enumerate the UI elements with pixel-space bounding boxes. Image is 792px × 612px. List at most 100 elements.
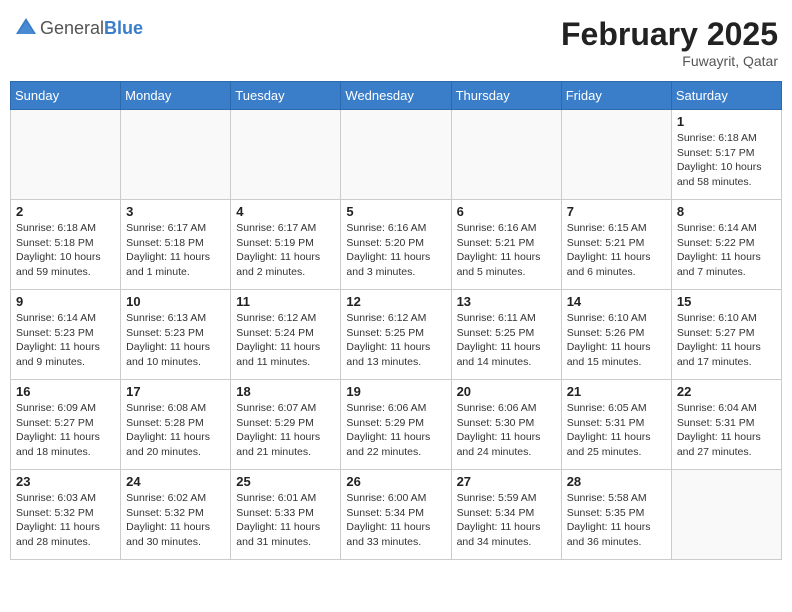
calendar-cell: 10 Sunrise: 6:13 AM Sunset: 5:23 PM Dayli… (121, 290, 231, 380)
day-info: Sunrise: 6:04 AM Sunset: 5:31 PM Dayligh… (677, 401, 776, 460)
calendar-cell: 21 Sunrise: 6:05 AM Sunset: 5:31 PM Dayli… (561, 380, 671, 470)
calendar-cell: 2Sunrise: 6:18 AM Sunset: 5:18 PM Daylig… (11, 200, 121, 290)
day-number: 8 (677, 204, 776, 219)
logo-general: General (40, 18, 104, 39)
calendar-cell: 11Sunrise: 6:12 AM Sunset: 5:24 PM Dayli… (231, 290, 341, 380)
calendar-cell: 16 Sunrise: 6:09 AM Sunset: 5:27 PM Dayli… (11, 380, 121, 470)
day-number: 12 (346, 294, 445, 309)
day-number: 20 (457, 384, 556, 399)
calendar-body: 1 Sunrise: 6:18 AM Sunset: 5:17 PM Daylig… (11, 110, 782, 560)
day-number: 1 (677, 114, 776, 129)
day-info: Sunrise: 6:08 AM Sunset: 5:28 PM Dayligh… (126, 401, 225, 460)
logo: GeneralBlue (14, 16, 143, 40)
day-number: 4 (236, 204, 335, 219)
day-info: Sunrise: 6:07 AM Sunset: 5:29 PM Dayligh… (236, 401, 335, 460)
calendar-cell: 19 Sunrise: 6:06 AM Sunset: 5:29 PM Dayli… (341, 380, 451, 470)
day-number: 25 (236, 474, 335, 489)
day-info: Sunrise: 6:10 AM Sunset: 5:27 PM Dayligh… (677, 311, 776, 370)
page-header: GeneralBlue February 2025 Fuwayrit, Qata… (10, 10, 782, 75)
calendar-cell (231, 110, 341, 200)
calendar-cell (561, 110, 671, 200)
title-area: February 2025 Fuwayrit, Qatar (561, 16, 778, 69)
day-info: Sunrise: 6:13 AM Sunset: 5:23 PM Dayligh… (126, 311, 225, 370)
day-number: 5 (346, 204, 445, 219)
calendar-cell: 28 Sunrise: 5:58 AM Sunset: 5:35 PM Dayli… (561, 470, 671, 560)
weekday-header: Sunday (11, 82, 121, 110)
calendar-cell: 18 Sunrise: 6:07 AM Sunset: 5:29 PM Dayli… (231, 380, 341, 470)
calendar-cell: 26 Sunrise: 6:00 AM Sunset: 5:34 PM Dayli… (341, 470, 451, 560)
weekday-header: Friday (561, 82, 671, 110)
day-info: Sunrise: 5:59 AM Sunset: 5:34 PM Dayligh… (457, 491, 556, 550)
day-info: Sunrise: 6:15 AM Sunset: 5:21 PM Dayligh… (567, 221, 666, 280)
location: Fuwayrit, Qatar (561, 53, 778, 69)
day-number: 10 (126, 294, 225, 309)
calendar-cell (451, 110, 561, 200)
day-number: 21 (567, 384, 666, 399)
day-number: 7 (567, 204, 666, 219)
calendar-cell: 6 Sunrise: 6:16 AM Sunset: 5:21 PM Daylig… (451, 200, 561, 290)
day-info: Sunrise: 6:17 AM Sunset: 5:19 PM Dayligh… (236, 221, 335, 280)
calendar-week-row: 9Sunrise: 6:14 AM Sunset: 5:23 PM Daylig… (11, 290, 782, 380)
day-info: Sunrise: 6:01 AM Sunset: 5:33 PM Dayligh… (236, 491, 335, 550)
day-number: 19 (346, 384, 445, 399)
calendar-header: SundayMondayTuesdayWednesdayThursdayFrid… (11, 82, 782, 110)
day-info: Sunrise: 6:05 AM Sunset: 5:31 PM Dayligh… (567, 401, 666, 460)
day-number: 22 (677, 384, 776, 399)
calendar-cell (11, 110, 121, 200)
calendar-week-row: 2Sunrise: 6:18 AM Sunset: 5:18 PM Daylig… (11, 200, 782, 290)
day-info: Sunrise: 6:17 AM Sunset: 5:18 PM Dayligh… (126, 221, 225, 280)
calendar-week-row: 16 Sunrise: 6:09 AM Sunset: 5:27 PM Dayli… (11, 380, 782, 470)
day-info: Sunrise: 6:00 AM Sunset: 5:34 PM Dayligh… (346, 491, 445, 550)
calendar-cell: 20 Sunrise: 6:06 AM Sunset: 5:30 PM Dayli… (451, 380, 561, 470)
day-number: 26 (346, 474, 445, 489)
calendar-cell: 12 Sunrise: 6:12 AM Sunset: 5:25 PM Dayli… (341, 290, 451, 380)
calendar-cell (121, 110, 231, 200)
calendar-cell: 4 Sunrise: 6:17 AM Sunset: 5:19 PM Daylig… (231, 200, 341, 290)
day-number: 3 (126, 204, 225, 219)
calendar-table: SundayMondayTuesdayWednesdayThursdayFrid… (10, 81, 782, 560)
weekday-header: Tuesday (231, 82, 341, 110)
day-number: 15 (677, 294, 776, 309)
day-info: Sunrise: 6:12 AM Sunset: 5:25 PM Dayligh… (346, 311, 445, 370)
day-info: Sunrise: 6:09 AM Sunset: 5:27 PM Dayligh… (16, 401, 115, 460)
calendar-cell: 27 Sunrise: 5:59 AM Sunset: 5:34 PM Dayli… (451, 470, 561, 560)
day-info: Sunrise: 6:06 AM Sunset: 5:30 PM Dayligh… (457, 401, 556, 460)
day-info: Sunrise: 6:03 AM Sunset: 5:32 PM Dayligh… (16, 491, 115, 550)
day-number: 16 (16, 384, 115, 399)
day-info: Sunrise: 6:18 AM Sunset: 5:17 PM Dayligh… (677, 131, 776, 190)
calendar-cell: 3 Sunrise: 6:17 AM Sunset: 5:18 PM Daylig… (121, 200, 231, 290)
day-number: 18 (236, 384, 335, 399)
calendar-cell: 17 Sunrise: 6:08 AM Sunset: 5:28 PM Dayli… (121, 380, 231, 470)
day-info: Sunrise: 6:16 AM Sunset: 5:20 PM Dayligh… (346, 221, 445, 280)
day-number: 14 (567, 294, 666, 309)
calendar-cell: 9Sunrise: 6:14 AM Sunset: 5:23 PM Daylig… (11, 290, 121, 380)
day-info: Sunrise: 6:10 AM Sunset: 5:26 PM Dayligh… (567, 311, 666, 370)
day-info: Sunrise: 5:58 AM Sunset: 5:35 PM Dayligh… (567, 491, 666, 550)
calendar-cell: 7 Sunrise: 6:15 AM Sunset: 5:21 PM Daylig… (561, 200, 671, 290)
day-info: Sunrise: 6:11 AM Sunset: 5:25 PM Dayligh… (457, 311, 556, 370)
day-info: Sunrise: 6:02 AM Sunset: 5:32 PM Dayligh… (126, 491, 225, 550)
calendar-week-row: 1 Sunrise: 6:18 AM Sunset: 5:17 PM Daylig… (11, 110, 782, 200)
day-number: 6 (457, 204, 556, 219)
day-number: 27 (457, 474, 556, 489)
day-number: 17 (126, 384, 225, 399)
day-number: 13 (457, 294, 556, 309)
calendar-cell: 14 Sunrise: 6:10 AM Sunset: 5:26 PM Dayli… (561, 290, 671, 380)
day-number: 28 (567, 474, 666, 489)
day-number: 2 (16, 204, 115, 219)
day-info: Sunrise: 6:16 AM Sunset: 5:21 PM Dayligh… (457, 221, 556, 280)
day-info: Sunrise: 6:12 AM Sunset: 5:24 PM Dayligh… (236, 311, 335, 370)
day-number: 24 (126, 474, 225, 489)
day-number: 23 (16, 474, 115, 489)
calendar-cell: 1 Sunrise: 6:18 AM Sunset: 5:17 PM Daylig… (671, 110, 781, 200)
calendar-cell: 13 Sunrise: 6:11 AM Sunset: 5:25 PM Dayli… (451, 290, 561, 380)
calendar-cell (341, 110, 451, 200)
day-info: Sunrise: 6:14 AM Sunset: 5:23 PM Dayligh… (16, 311, 115, 370)
calendar-cell: 15 Sunrise: 6:10 AM Sunset: 5:27 PM Dayli… (671, 290, 781, 380)
day-info: Sunrise: 6:06 AM Sunset: 5:29 PM Dayligh… (346, 401, 445, 460)
weekday-header: Wednesday (341, 82, 451, 110)
calendar-week-row: 23 Sunrise: 6:03 AM Sunset: 5:32 PM Dayli… (11, 470, 782, 560)
weekday-header: Thursday (451, 82, 561, 110)
calendar-cell: 22 Sunrise: 6:04 AM Sunset: 5:31 PM Dayli… (671, 380, 781, 470)
calendar-cell: 23 Sunrise: 6:03 AM Sunset: 5:32 PM Dayli… (11, 470, 121, 560)
